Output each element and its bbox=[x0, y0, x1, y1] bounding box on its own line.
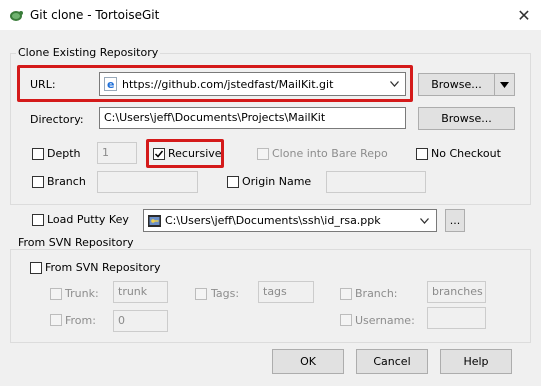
close-icon: ✕ bbox=[517, 5, 531, 25]
branch-svn-input[interactable]: branches bbox=[427, 281, 486, 303]
cancel-button[interactable]: Cancel bbox=[356, 349, 428, 374]
url-browse-button[interactable]: Browse... bbox=[418, 73, 495, 96]
from-svn-label: From SVN Repository bbox=[45, 261, 161, 274]
branch-checkbox[interactable] bbox=[32, 176, 44, 188]
username-input[interactable] bbox=[427, 307, 486, 329]
tags-checkbox[interactable] bbox=[195, 288, 207, 300]
recursive-checkbox[interactable] bbox=[153, 148, 165, 160]
from-svn-checkbox[interactable] bbox=[30, 262, 42, 274]
from-label: From: bbox=[65, 314, 96, 327]
url-value: https://github.com/jstedfast/MailKit.git bbox=[122, 78, 334, 91]
recursive-label: Recursive bbox=[168, 147, 222, 160]
close-button[interactable]: ✕ bbox=[510, 4, 538, 26]
tags-label: Tags: bbox=[211, 287, 240, 300]
window-title: Git clone - TortoiseGit bbox=[30, 8, 160, 22]
putty-key-checkbox[interactable] bbox=[32, 214, 44, 226]
branch-svn-checkbox[interactable] bbox=[340, 288, 352, 300]
directory-label: Directory: bbox=[30, 113, 84, 126]
trunk-label: Trunk: bbox=[65, 287, 99, 300]
no-checkout-checkbox[interactable] bbox=[416, 148, 428, 160]
svg-text:e: e bbox=[107, 78, 114, 91]
tags-input[interactable]: tags bbox=[258, 281, 314, 303]
dropdown-triangle-icon bbox=[500, 81, 509, 88]
svn-group-label: From SVN Repository bbox=[16, 236, 136, 249]
directory-input[interactable]: C:\Users\jeff\Documents\Projects\MailKit bbox=[99, 107, 406, 129]
help-button[interactable]: Help bbox=[440, 349, 512, 374]
directory-browse-button[interactable]: Browse... bbox=[418, 107, 515, 130]
url-label: URL: bbox=[30, 78, 56, 91]
branch-label: Branch bbox=[47, 175, 86, 188]
key-file-icon bbox=[147, 214, 162, 228]
putty-key-combobox[interactable]: C:\Users\jeff\Documents\ssh\id_rsa.ppk bbox=[143, 209, 437, 232]
bare-repo-checkbox[interactable] bbox=[257, 148, 269, 160]
username-checkbox[interactable] bbox=[340, 314, 352, 326]
putty-key-browse-button[interactable]: ... bbox=[445, 209, 465, 232]
no-checkout-label: No Checkout bbox=[431, 147, 501, 160]
chevron-down-icon[interactable] bbox=[417, 213, 431, 229]
from-checkbox[interactable] bbox=[50, 314, 62, 326]
ie-icon: e bbox=[104, 77, 117, 91]
trunk-checkbox[interactable] bbox=[50, 288, 62, 300]
trunk-input[interactable]: trunk bbox=[113, 281, 168, 303]
depth-input[interactable]: 1 bbox=[97, 142, 137, 164]
clone-group-label: Clone Existing Repository bbox=[16, 46, 161, 59]
depth-label: Depth bbox=[47, 147, 81, 160]
branch-svn-label: Branch: bbox=[355, 287, 398, 300]
username-label: Username: bbox=[355, 314, 415, 327]
branch-input[interactable] bbox=[97, 171, 198, 193]
origin-name-label: Origin Name bbox=[242, 175, 312, 188]
putty-key-label: Load Putty Key bbox=[47, 213, 129, 226]
checkmark-icon bbox=[154, 150, 164, 158]
chevron-down-icon[interactable] bbox=[387, 76, 401, 92]
depth-checkbox[interactable] bbox=[32, 148, 44, 160]
origin-name-checkbox[interactable] bbox=[227, 176, 239, 188]
from-input[interactable]: 0 bbox=[113, 310, 168, 332]
ok-button[interactable]: OK bbox=[272, 349, 344, 374]
bare-repo-label: Clone into Bare Repo bbox=[272, 147, 388, 160]
putty-key-path: C:\Users\jeff\Documents\ssh\id_rsa.ppk bbox=[165, 214, 381, 227]
origin-name-input[interactable] bbox=[326, 171, 426, 193]
url-combobox[interactable]: e https://github.com/jstedfast/MailKit.g… bbox=[99, 72, 406, 96]
url-browse-dropdown-button[interactable] bbox=[494, 73, 515, 96]
tortoisegit-icon bbox=[8, 7, 24, 23]
